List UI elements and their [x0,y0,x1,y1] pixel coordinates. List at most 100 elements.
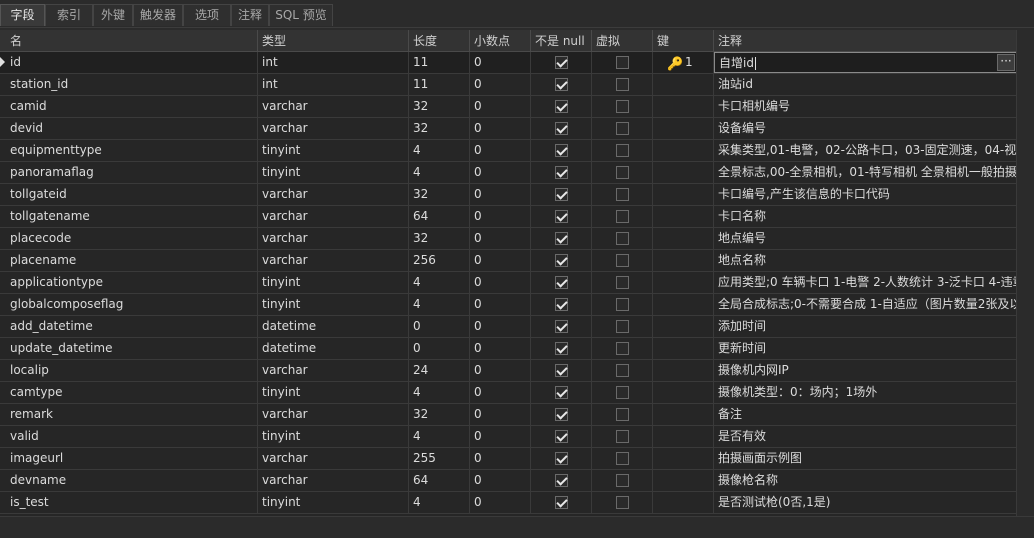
cell-decimals[interactable]: 0 [470,206,531,227]
cell-not-null[interactable] [531,74,592,95]
cell-virtual[interactable] [592,404,653,425]
cell-not-null[interactable] [531,250,592,271]
virtual-checkbox[interactable] [616,386,629,399]
not-null-checkbox[interactable] [555,232,568,245]
cell-decimals[interactable]: 0 [470,272,531,293]
cell-length[interactable]: 4 [409,272,470,293]
cell-length[interactable]: 32 [409,184,470,205]
cell-decimals[interactable]: 0 [470,96,531,117]
field-row[interactable]: remark varchar 32 0 备注 [0,404,1016,426]
cell-type[interactable]: varchar [258,228,409,249]
cell-not-null[interactable] [531,96,592,117]
cell-length[interactable]: 4 [409,140,470,161]
cell-decimals[interactable]: 0 [470,140,531,161]
cell-comment[interactable]: 是否测试枪(0否,1是) [714,492,1016,513]
cell-type[interactable]: tinyint [258,426,409,447]
cell-decimals[interactable]: 0 [470,382,531,403]
cell-type[interactable]: varchar [258,470,409,491]
field-row[interactable]: equipmenttype tinyint 4 0 采集类型,01-电警，02-公路卡口… [0,140,1016,162]
virtual-checkbox[interactable] [616,298,629,311]
tab-1[interactable]: 索引 [45,4,93,26]
column-header-key[interactable]: 键 [653,30,714,52]
cell-not-null[interactable] [531,404,592,425]
cell-comment[interactable]: 卡口相机编号 [714,96,1016,117]
cell-virtual[interactable] [592,118,653,139]
cell-type[interactable]: varchar [258,448,409,469]
not-null-checkbox[interactable] [555,342,568,355]
cell-decimals[interactable]: 0 [470,426,531,447]
cell-name[interactable]: valid [0,426,258,447]
field-row[interactable]: devid varchar 32 0 设备编号 [0,118,1016,140]
not-null-checkbox[interactable] [555,210,568,223]
virtual-checkbox[interactable] [616,166,629,179]
cell-length[interactable]: 255 [409,448,470,469]
not-null-checkbox[interactable] [555,254,568,267]
cell-type[interactable]: varchar [258,404,409,425]
cell-name[interactable]: camid [0,96,258,117]
cell-length[interactable]: 32 [409,96,470,117]
tab-6[interactable]: SQL 预览 [269,4,333,26]
cell-type[interactable]: tinyint [258,382,409,403]
virtual-checkbox[interactable] [616,276,629,289]
field-row[interactable]: camid varchar 32 0 卡口相机编号 [0,96,1016,118]
cell-not-null[interactable] [531,492,592,513]
cell-length[interactable]: 0 [409,316,470,337]
cell-key[interactable] [653,294,714,315]
cell-length[interactable]: 4 [409,426,470,447]
cell-not-null[interactable] [531,184,592,205]
field-row[interactable]: panoramaflag tinyint 4 0 全景标志,00-全景相机，01-特写相… [0,162,1016,184]
cell-name[interactable]: globalcomposeflag [0,294,258,315]
not-null-checkbox[interactable] [555,100,568,113]
cell-type[interactable]: tinyint [258,140,409,161]
cell-virtual[interactable] [592,470,653,491]
not-null-checkbox[interactable] [555,386,568,399]
cell-length[interactable]: 32 [409,228,470,249]
cell-not-null[interactable] [531,118,592,139]
virtual-checkbox[interactable] [616,232,629,245]
cell-length[interactable]: 24 [409,360,470,381]
cell-virtual[interactable] [592,52,653,73]
cell-not-null[interactable] [531,338,592,359]
cell-comment[interactable]: 拍摄画面示例图 [714,448,1016,469]
cell-comment[interactable]: 摄像机类型：0：场内；1场外 [714,382,1016,403]
cell-comment[interactable]: 备注 [714,404,1016,425]
virtual-checkbox[interactable] [616,320,629,333]
cell-key[interactable] [653,140,714,161]
cell-comment[interactable]: 卡口名称 [714,206,1016,227]
cell-length[interactable]: 4 [409,382,470,403]
cell-length[interactable]: 4 [409,492,470,513]
cell-comment[interactable]: 添加时间 [714,316,1016,337]
cell-length[interactable]: 32 [409,404,470,425]
not-null-checkbox[interactable] [555,144,568,157]
virtual-checkbox[interactable] [616,254,629,267]
cell-not-null[interactable] [531,162,592,183]
column-header-type[interactable]: 类型 [258,30,409,52]
cell-decimals[interactable]: 0 [470,316,531,337]
cell-name[interactable]: tollgatename [0,206,258,227]
cell-key[interactable] [653,382,714,403]
cell-virtual[interactable] [592,206,653,227]
cell-decimals[interactable]: 0 [470,250,531,271]
cell-name[interactable]: devid [0,118,258,139]
field-row[interactable]: imageurl varchar 255 0 拍摄画面示例图 [0,448,1016,470]
virtual-checkbox[interactable] [616,496,629,509]
cell-virtual[interactable] [592,426,653,447]
cell-key[interactable] [653,426,714,447]
cell-decimals[interactable]: 0 [470,338,531,359]
cell-comment[interactable]: 自增id [714,52,1016,73]
not-null-checkbox[interactable] [555,430,568,443]
cell-virtual[interactable] [592,360,653,381]
virtual-checkbox[interactable] [616,188,629,201]
virtual-checkbox[interactable] [616,452,629,465]
cell-name[interactable]: imageurl [0,448,258,469]
cell-key[interactable] [653,250,714,271]
cell-key[interactable] [653,492,714,513]
cell-key[interactable] [653,162,714,183]
field-row[interactable]: add_datetime datetime 0 0 添加时间 [0,316,1016,338]
cell-not-null[interactable] [531,206,592,227]
cell-virtual[interactable] [592,316,653,337]
field-row[interactable]: localip varchar 24 0 摄像机内网IP [0,360,1016,382]
cell-name[interactable]: devname [0,470,258,491]
cell-not-null[interactable] [531,382,592,403]
cell-not-null[interactable] [531,294,592,315]
